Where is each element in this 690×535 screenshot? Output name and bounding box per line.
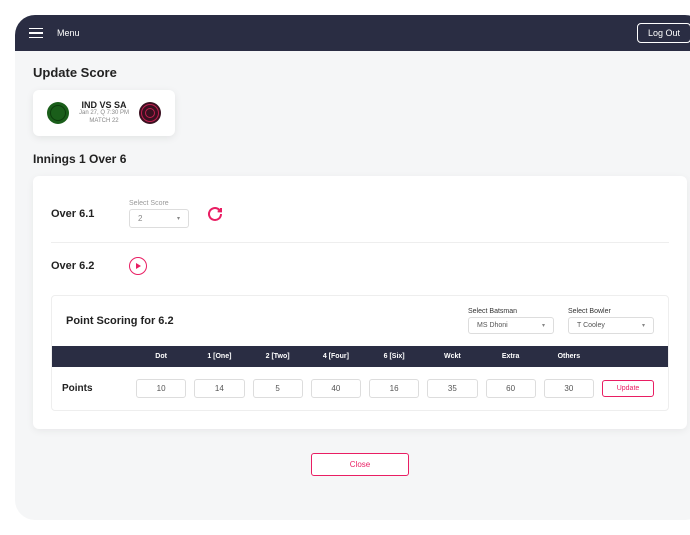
page-title: Update Score	[33, 65, 687, 80]
points-input-dot[interactable]: 10	[136, 379, 186, 398]
update-button[interactable]: Update	[602, 380, 654, 397]
points-input-two[interactable]: 5	[253, 379, 303, 398]
close-button[interactable]: Close	[311, 453, 409, 476]
match-date: Jan 27, Q 7:30 PM	[79, 110, 129, 118]
th-six: 6 [Six]	[365, 353, 423, 360]
select-score-label: Select Score	[129, 200, 189, 207]
th-others: Others	[540, 353, 598, 360]
top-navigation: Menu Log Out	[15, 15, 690, 51]
th-extra: Extra	[482, 353, 540, 360]
over-label: Over 6.2	[51, 260, 111, 272]
th-one: 1 [One]	[190, 353, 248, 360]
points-input-wckt[interactable]: 35	[427, 379, 477, 398]
hamburger-icon[interactable]	[29, 28, 43, 39]
bowler-label: Select Bowler	[568, 308, 654, 315]
innings-title: Innings 1 Over 6	[33, 152, 687, 166]
match-card[interactable]: IND VS SA Jan 27, Q 7:30 PM MATCH 22	[33, 90, 175, 136]
points-input-extra[interactable]: 60	[486, 379, 536, 398]
batsman-dropdown[interactable]: MS Dhoni ▾	[468, 317, 554, 334]
menu-label: Menu	[57, 28, 80, 38]
chevron-down-icon: ▾	[177, 215, 180, 222]
match-number: MATCH 22	[79, 118, 129, 126]
th-dot: Dot	[132, 353, 190, 360]
points-input-six[interactable]: 16	[369, 379, 419, 398]
play-icon[interactable]	[129, 257, 147, 275]
team-icon-ind	[47, 102, 69, 124]
over-row-6-1: Over 6.1 Select Score 2 ▾	[51, 194, 669, 234]
over-row-6-2: Over 6.2	[51, 251, 669, 281]
points-input-one[interactable]: 14	[194, 379, 244, 398]
chevron-down-icon: ▾	[642, 322, 645, 329]
th-two: 2 [Two]	[249, 353, 307, 360]
th-four: 4 [Four]	[307, 353, 365, 360]
points-input-four[interactable]: 40	[311, 379, 361, 398]
points-table-header: Dot 1 [One] 2 [Two] 4 [Four] 6 [Six] Wck…	[52, 346, 668, 367]
points-label: Points	[62, 383, 132, 394]
score-dropdown[interactable]: 2 ▾	[129, 209, 189, 228]
divider	[51, 242, 669, 243]
team-icon-sa	[139, 102, 161, 124]
refresh-icon[interactable]	[207, 206, 223, 222]
batsman-label: Select Batsman	[468, 308, 554, 315]
match-title: IND VS SA	[79, 100, 129, 110]
points-input-others[interactable]: 30	[544, 379, 594, 398]
th-wckt: Wckt	[423, 353, 481, 360]
scoring-panel: Point Scoring for 6.2 Select Batsman MS …	[51, 295, 669, 411]
bowler-dropdown[interactable]: T Cooley ▾	[568, 317, 654, 334]
points-row: Points 10 14 5 40 16 35 60 30 Update	[52, 367, 668, 410]
chevron-down-icon: ▾	[542, 322, 545, 329]
over-label: Over 6.1	[51, 208, 111, 220]
scoring-title: Point Scoring for 6.2	[66, 315, 174, 327]
logout-button[interactable]: Log Out	[637, 23, 690, 43]
